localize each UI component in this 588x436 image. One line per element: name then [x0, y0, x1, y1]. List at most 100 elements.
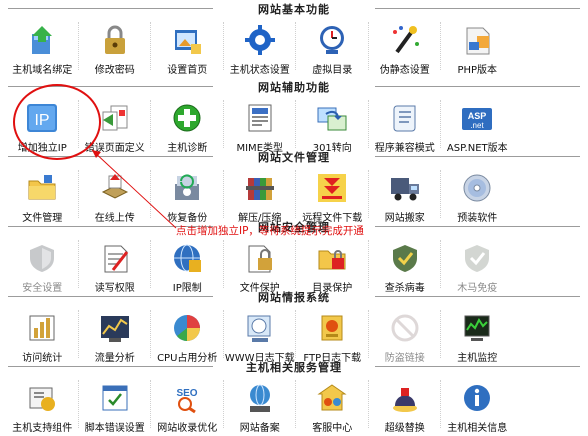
section-title: 网站文件管理	[258, 151, 330, 164]
feature-compat-scroll-button[interactable]: 程序兼容模式	[369, 94, 441, 156]
feature-redirect-button[interactable]: 301转向	[296, 94, 369, 156]
feature-ip-limit-button[interactable]: IP限制	[151, 234, 224, 296]
section-title: 网站辅助功能	[258, 81, 330, 94]
monitor-icon	[461, 312, 493, 344]
section-title: 网站基本功能	[258, 3, 330, 16]
annotation-text: 点击增加独立IP，等待系统提示完成开通	[176, 225, 364, 237]
antivirus-icon	[389, 242, 421, 274]
feature-folder-button[interactable]: 文件管理	[6, 164, 79, 226]
feature-row: 安全设置 读写权限 IP限制 文件保护 目录保护 查杀病毒 木马免疫	[6, 234, 586, 296]
feature-label: 超级替换	[384, 423, 425, 434]
feature-php-doc-button[interactable]: PHP版本	[441, 16, 514, 78]
feature-www-log-button[interactable]: WWW日志下载	[224, 304, 296, 366]
feature-label: 修改密码	[94, 65, 135, 76]
feature-host-domain-button[interactable]: 主机域名绑定	[6, 16, 79, 78]
feature-traffic-chart-button[interactable]: 流量分析	[79, 304, 151, 366]
anti-leech-icon	[389, 312, 421, 344]
lock-key-icon	[99, 24, 131, 56]
plus-circle-icon	[171, 102, 203, 134]
www-log-icon	[244, 312, 276, 344]
feature-row: 主机域名绑定 修改密码 设置首页 主机状态设置 虚拟目录 伪静态设置 PHP版本	[6, 16, 586, 78]
feature-label: 客服中心	[312, 423, 353, 434]
feature-aspnet-button[interactable]: ASP .net ASP.NET版本	[441, 94, 514, 156]
feature-label: 虚拟目录	[312, 65, 353, 76]
compat-scroll-icon	[389, 102, 421, 134]
feature-file-protect-button[interactable]: 文件保护	[224, 234, 296, 296]
read-write-icon	[99, 242, 131, 274]
feature-label: 伪静态设置	[379, 65, 430, 76]
dir-protect-icon	[316, 242, 348, 274]
archive-books-icon	[244, 172, 276, 204]
feature-record-button[interactable]: 网站备案	[224, 374, 296, 436]
feature-label: 设置首页	[167, 65, 208, 76]
components-icon	[26, 382, 58, 414]
feature-host-info-button[interactable]: 主机相关信息	[441, 374, 514, 436]
feature-mime-button[interactable]: MIME类型	[224, 94, 296, 156]
download-arrow-icon	[316, 172, 348, 204]
shield-icon	[26, 242, 58, 274]
feature-label: 脚本错误设置	[84, 423, 145, 434]
feature-cpu-pie-button[interactable]: CPU占用分析	[151, 304, 224, 366]
feature-super-replace-button[interactable]: 超级替换	[369, 374, 441, 436]
super-replace-icon	[389, 382, 421, 414]
home-page-icon	[171, 24, 203, 56]
section-title-bar: 网站基本功能	[0, 0, 588, 16]
feature-visit-stats-button[interactable]: 访问统计	[6, 304, 79, 366]
feature-read-write-button[interactable]: 读写权限	[79, 234, 151, 296]
aspnet-icon: ASP .net	[461, 102, 493, 134]
feature-virtual-dir-button[interactable]: 虚拟目录	[296, 16, 369, 78]
section-title-bar: 主机相关服务管理	[0, 358, 588, 374]
record-icon	[244, 382, 276, 414]
backup-icon	[171, 172, 203, 204]
file-protect-icon	[244, 242, 276, 274]
feature-row: 文件管理 在线上传 恢复备份 解压/压缩 远程文件下载 网站搬家 预装软件	[6, 164, 586, 226]
feature-trojan-shield-button[interactable]: 木马免疫	[441, 234, 514, 296]
feature-label: 网站收录优化	[157, 423, 218, 434]
seo-icon: SEO	[171, 382, 203, 414]
feature-home-page-button[interactable]: 设置首页	[151, 16, 224, 78]
feature-label: 主机域名绑定	[12, 65, 73, 76]
feature-gear-status-button[interactable]: 主机状态设置	[224, 16, 296, 78]
feature-label: 网站备案	[239, 423, 280, 434]
service-center-icon	[316, 382, 348, 414]
feature-antivirus-button[interactable]: 查杀病毒	[369, 234, 441, 296]
script-error-icon	[99, 382, 131, 414]
cd-disc-icon	[461, 172, 493, 204]
feature-dir-protect-button[interactable]: 目录保护	[296, 234, 369, 296]
annotation-circle	[13, 84, 101, 160]
feature-archive-books-button[interactable]: 解压/压缩	[224, 164, 296, 226]
feature-row: 主机支持组件 脚本错误设置 SEO 网站收录优化 网站备案 客服中心 超级替换 主机相关信息	[6, 374, 586, 436]
section-title: 网站情报系统	[258, 291, 330, 304]
folder-icon	[26, 172, 58, 204]
svg-text:.net: .net	[471, 121, 485, 130]
feature-components-button[interactable]: 主机支持组件	[6, 374, 79, 436]
feature-cd-disc-button[interactable]: 预装软件	[441, 164, 514, 226]
upload-tray-icon	[99, 172, 131, 204]
feature-service-center-button[interactable]: 客服中心	[296, 374, 369, 436]
cpu-pie-icon	[171, 312, 203, 344]
feature-plus-circle-button[interactable]: 主机诊断	[151, 94, 224, 156]
truck-icon	[389, 172, 421, 204]
feature-anti-leech-button[interactable]: 防盗链接	[369, 304, 441, 366]
feature-backup-button[interactable]: 恢复备份	[151, 164, 224, 226]
visit-stats-icon	[26, 312, 58, 344]
virtual-dir-icon	[316, 24, 348, 56]
feature-truck-button[interactable]: 网站搬家	[369, 164, 441, 226]
feature-ftp-log-button[interactable]: FTP日志下载	[296, 304, 369, 366]
traffic-chart-icon	[99, 312, 131, 344]
gear-status-icon	[244, 24, 276, 56]
section-title: 主机相关服务管理	[246, 361, 342, 374]
feature-shield-button[interactable]: 安全设置	[6, 234, 79, 296]
feature-upload-tray-button[interactable]: 在线上传	[79, 164, 151, 226]
feature-lock-key-button[interactable]: 修改密码	[79, 16, 151, 78]
feature-script-error-button[interactable]: 脚本错误设置	[79, 374, 151, 436]
magic-wand-icon	[389, 24, 421, 56]
feature-download-arrow-button[interactable]: 远程文件下载	[296, 164, 369, 226]
section-title-bar: 网站辅助功能	[0, 78, 588, 94]
feature-label: 主机相关信息	[447, 423, 508, 434]
feature-magic-wand-button[interactable]: 伪静态设置	[369, 16, 441, 78]
feature-monitor-button[interactable]: 主机监控	[441, 304, 514, 366]
ftp-log-icon	[316, 312, 348, 344]
feature-seo-button[interactable]: SEO 网站收录优化	[151, 374, 224, 436]
section-title-bar: 网站情报系统	[0, 288, 588, 304]
